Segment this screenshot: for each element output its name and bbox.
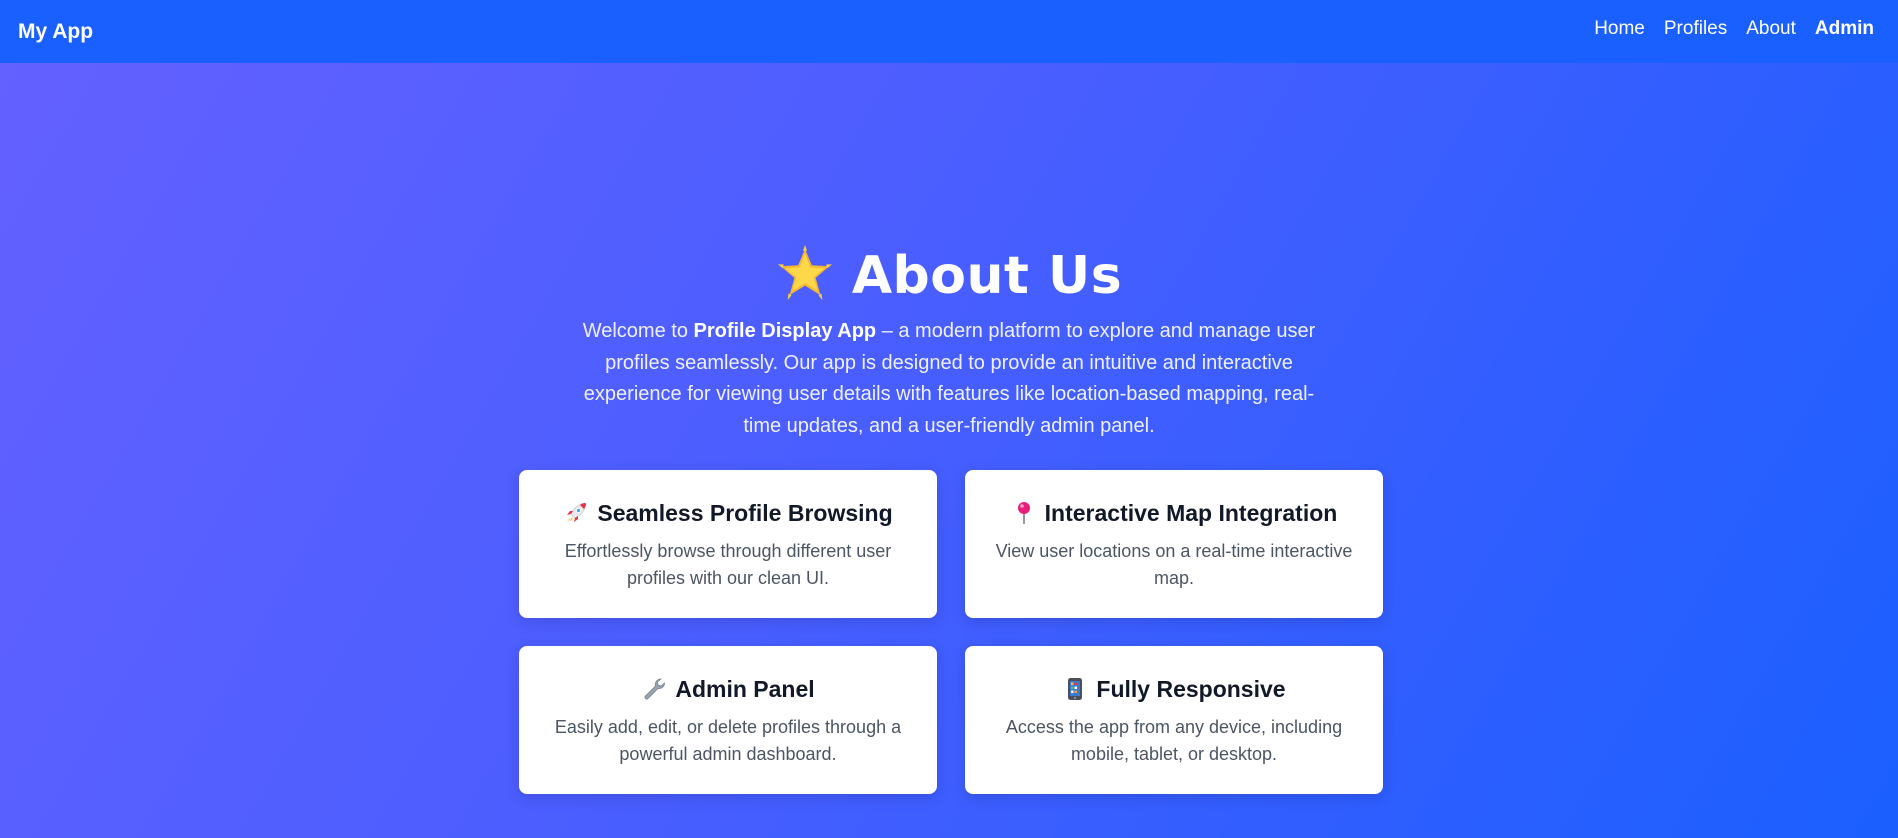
- nav-link-admin[interactable]: Admin: [1815, 18, 1874, 40]
- feature-card-description: Easily add, edit, or delete profiles thr…: [554, 717, 902, 764]
- feature-card-title: Seamless Profile Browsing: [549, 498, 907, 528]
- about-hero: About Us Welcome to Profile Display App …: [0, 240, 1898, 442]
- feature-card-description: Effortlessly browse through different us…: [564, 541, 892, 588]
- intro-paragraph: Welcome to Profile Display App – a moder…: [569, 316, 1329, 442]
- map-pin-icon: [1017, 502, 1030, 524]
- nav-link-home[interactable]: Home: [1594, 18, 1645, 40]
- page-title-text: About Us: [851, 246, 1123, 306]
- feature-card-description: Access the app from any device, includin…: [1005, 717, 1343, 764]
- wrench-icon: [644, 678, 666, 700]
- feature-card-title: Fully Responsive: [995, 674, 1353, 704]
- feature-card-description: View user locations on a real-time inter…: [995, 541, 1353, 588]
- mobile-phone-icon: [1068, 678, 1083, 700]
- star-icon: [777, 245, 832, 301]
- feature-card-map-integration: Interactive Map Integration View user lo…: [965, 470, 1383, 618]
- nav-link-about[interactable]: About: [1746, 18, 1796, 40]
- nav-links: Home Profiles About Admin: [1594, 18, 1880, 40]
- intro-app-name: Profile Display App: [693, 320, 877, 342]
- feature-card-title-text: Admin Panel: [675, 676, 815, 702]
- feature-card-title-text: Interactive Map Integration: [1044, 500, 1338, 526]
- nav-link-profiles[interactable]: Profiles: [1664, 18, 1727, 40]
- rocket-icon: [567, 502, 587, 522]
- feature-card-profile-browsing: Seamless Profile Browsing Effortlessly b…: [519, 470, 937, 618]
- intro-text-start: Welcome to: [582, 320, 694, 342]
- feature-card-title-text: Seamless Profile Browsing: [597, 500, 893, 526]
- feature-card-title: Interactive Map Integration: [995, 498, 1353, 528]
- feature-card-title: Admin Panel: [549, 674, 907, 704]
- brand-logo-link[interactable]: My App: [18, 20, 93, 44]
- feature-card-title-text: Fully Responsive: [1096, 676, 1286, 702]
- feature-card-responsive: Fully Responsive Access the app from any…: [965, 646, 1383, 794]
- page-title: About Us: [0, 240, 1898, 312]
- top-navbar: My App Home Profiles About Admin: [0, 0, 1898, 63]
- feature-card-admin-panel: Admin Panel Easily add, edit, or delete …: [519, 646, 937, 794]
- features-grid: Seamless Profile Browsing Effortlessly b…: [519, 470, 1383, 794]
